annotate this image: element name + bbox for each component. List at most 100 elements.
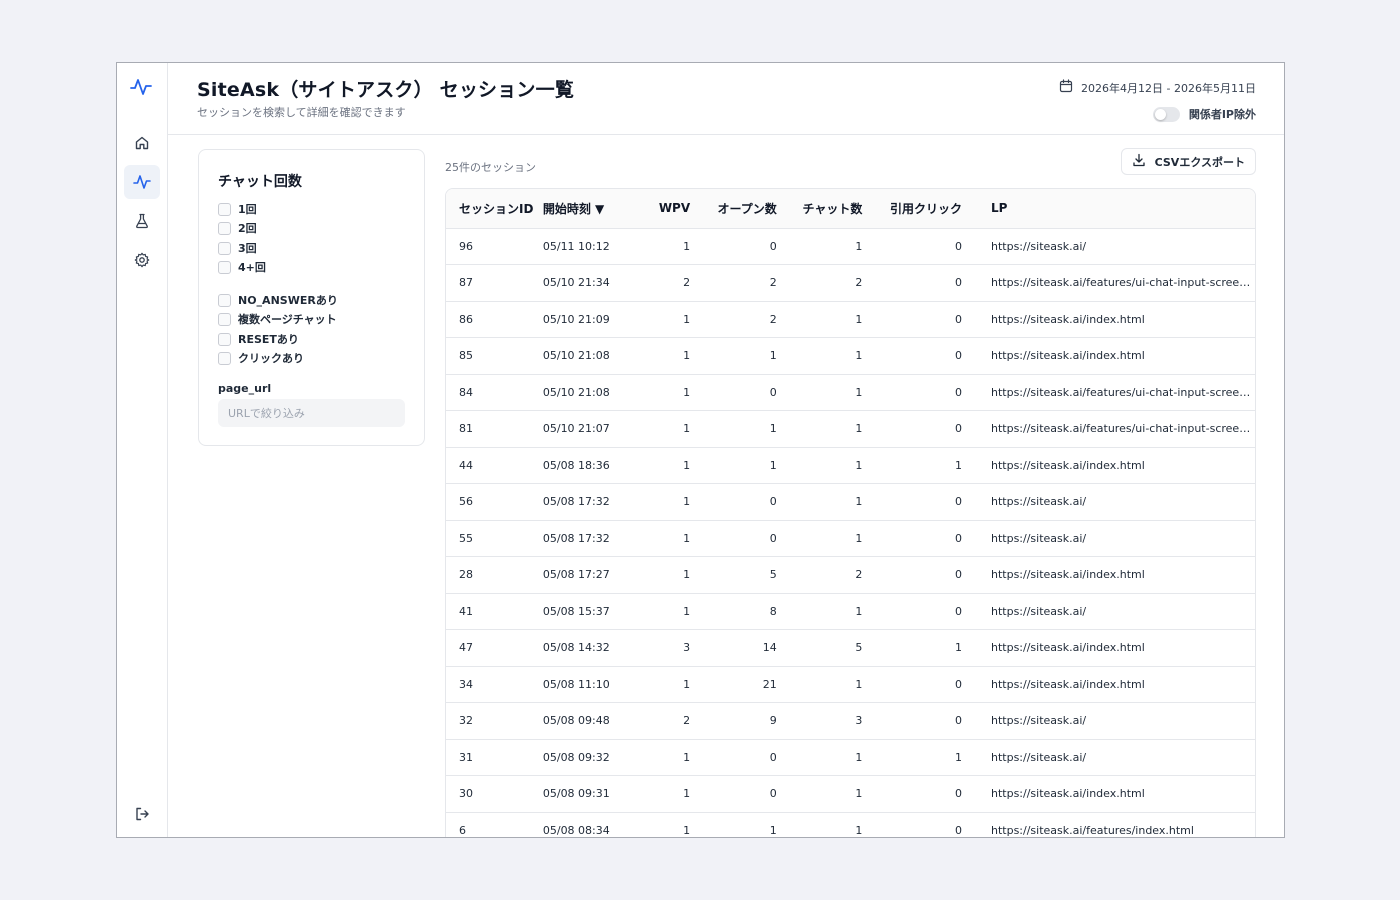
- cell-landing-page[interactable]: https://siteask.ai/features/ui-chat-inpu…: [962, 410, 1255, 448]
- checkbox[interactable]: [218, 202, 231, 216]
- cell-landing-page[interactable]: https://siteask.ai/index.html: [962, 775, 1255, 813]
- checkbox[interactable]: [218, 241, 231, 255]
- cell-landing-page[interactable]: https://siteask.ai/index.html: [962, 666, 1255, 703]
- checkbox[interactable]: [218, 293, 231, 307]
- cell-open-count: 1: [690, 410, 777, 448]
- column-header-cite[interactable]: 引用クリック: [862, 189, 962, 229]
- table-row[interactable]: 85 05/10 21:08 1 1 1 0 https://siteask.ai/inde…: [446, 337, 1255, 375]
- table-row[interactable]: 81 05/10 21:07 1 1 1 0 https://siteask.ai/feat…: [446, 410, 1255, 448]
- cell-landing-page[interactable]: https://siteask.ai/: [962, 593, 1255, 630]
- cell-wpv: 1: [646, 447, 691, 484]
- table-row[interactable]: 86 05/10 21:09 1 2 1 0 https://siteask.ai/inde…: [446, 301, 1255, 338]
- sessions-table-container: セッションID 開始時刻 ▼ WPV オープン数 チャット数 引用クリック LP…: [445, 188, 1256, 837]
- cell-landing-page[interactable]: https://siteask.ai/index.html: [962, 447, 1255, 484]
- filter-no-answer[interactable]: NO_ANSWERあり: [218, 292, 338, 308]
- cell-start-time: 05/08 09:31: [542, 775, 647, 813]
- csv-export-button[interactable]: CSVエクスポート: [1120, 148, 1256, 175]
- checkbox[interactable]: [218, 351, 231, 365]
- cell-landing-page[interactable]: https://siteask.ai/features/index.html: [962, 812, 1255, 837]
- filter-chat-4plus[interactable]: 4+回: [218, 259, 266, 275]
- checkbox[interactable]: [218, 332, 231, 346]
- cell-citation-clicks: 0: [862, 228, 962, 265]
- cell-chat-count: 1: [776, 520, 863, 557]
- column-header-chat[interactable]: チャット数: [776, 189, 863, 229]
- cell-session-id: 44: [446, 447, 543, 484]
- table-row[interactable]: 47 05/08 14:32 3 14 5 1 https://siteask.ai/ind…: [446, 629, 1255, 667]
- cell-landing-page[interactable]: https://siteask.ai/: [962, 228, 1255, 265]
- checkbox[interactable]: [218, 221, 231, 235]
- cell-landing-page[interactable]: https://siteask.ai/: [962, 739, 1255, 776]
- cell-wpv: 1: [646, 374, 691, 411]
- cell-start-time: 05/10 21:07: [542, 410, 647, 448]
- table-row[interactable]: 31 05/08 09:32 1 0 1 1 https://siteask.ai/: [446, 739, 1255, 776]
- column-header-wpv[interactable]: WPV: [646, 189, 691, 229]
- cell-citation-clicks: 1: [862, 739, 962, 776]
- nav-home[interactable]: [124, 126, 160, 160]
- sessions-table: セッションID 開始時刻 ▼ WPV オープン数 チャット数 引用クリック LP…: [446, 189, 1255, 837]
- column-header-lp[interactable]: LP: [962, 189, 1255, 229]
- exclude-ip-toggle[interactable]: [1152, 106, 1180, 122]
- table-row[interactable]: 44 05/08 18:36 1 1 1 1 https://siteask.ai/inde…: [446, 447, 1255, 484]
- checkbox[interactable]: [218, 312, 231, 326]
- logout-button[interactable]: [124, 797, 160, 831]
- cell-landing-page[interactable]: https://siteask.ai/: [962, 520, 1255, 557]
- cell-landing-page[interactable]: https://siteask.ai/: [962, 483, 1255, 521]
- filter-chat-1[interactable]: 1回: [218, 201, 257, 217]
- cell-chat-count: 5: [776, 629, 863, 667]
- table-row[interactable]: 30 05/08 09:31 1 0 1 0 https://siteask.ai/inde…: [446, 775, 1255, 813]
- cell-wpv: 1: [646, 337, 691, 375]
- cell-landing-page[interactable]: https://siteask.ai/index.html: [962, 556, 1255, 594]
- cell-landing-page[interactable]: https://siteask.ai/: [962, 702, 1255, 740]
- cell-chat-count: 1: [776, 410, 863, 448]
- cell-chat-count: 2: [776, 556, 863, 594]
- table-row[interactable]: 84 05/10 21:08 1 0 1 0 https://siteask.ai/feat…: [446, 374, 1255, 411]
- date-range-picker[interactable]: 2026年4月12日 - 2026年5月11日: [1059, 79, 1256, 96]
- cell-start-time: 05/08 18:36: [542, 447, 647, 484]
- filter-chat-3[interactable]: 3回: [218, 240, 257, 256]
- cell-landing-page[interactable]: https://siteask.ai/features/ui-chat-inpu…: [962, 374, 1255, 411]
- cell-citation-clicks: 0: [862, 337, 962, 375]
- cell-landing-page[interactable]: https://siteask.ai/features/ui-chat-inpu…: [962, 264, 1255, 302]
- cell-wpv: 3: [646, 629, 691, 667]
- table-row[interactable]: 96 05/11 10:12 1 0 1 0 https://siteask.ai/: [446, 228, 1255, 265]
- cell-chat-count: 1: [776, 739, 863, 776]
- table-row[interactable]: 32 05/08 09:48 2 9 3 0 https://siteask.ai/: [446, 702, 1255, 740]
- column-header-id[interactable]: セッションID: [446, 189, 543, 229]
- filter-multi-page-chat[interactable]: 複数ページチャット: [218, 311, 337, 327]
- column-header-open[interactable]: オープン数: [690, 189, 777, 229]
- flask-icon: [134, 213, 150, 229]
- nav-settings[interactable]: [124, 243, 160, 277]
- cell-landing-page[interactable]: https://siteask.ai/index.html: [962, 301, 1255, 338]
- cell-open-count: 2: [690, 301, 777, 338]
- cell-session-id: 81: [446, 410, 543, 448]
- activity-icon: [133, 174, 151, 190]
- cell-citation-clicks: 1: [862, 629, 962, 667]
- gear-icon: [134, 252, 150, 268]
- table-row[interactable]: 56 05/08 17:32 1 0 1 0 https://siteask.ai/: [446, 483, 1255, 521]
- cell-landing-page[interactable]: https://siteask.ai/index.html: [962, 629, 1255, 667]
- csv-export-label: CSVエクスポート: [1154, 155, 1245, 169]
- table-row[interactable]: 55 05/08 17:32 1 0 1 0 https://siteask.ai/: [446, 520, 1255, 557]
- nav-sessions[interactable]: [124, 165, 160, 199]
- cell-open-count: 21: [690, 666, 777, 703]
- page-url-input[interactable]: [218, 399, 405, 427]
- cell-citation-clicks: 0: [862, 374, 962, 411]
- filter-click[interactable]: クリックあり: [218, 350, 304, 366]
- table-row[interactable]: 28 05/08 17:27 1 5 2 0 https://siteask.ai/inde…: [446, 556, 1255, 594]
- cell-landing-page[interactable]: https://siteask.ai/index.html: [962, 337, 1255, 375]
- cell-chat-count: 3: [776, 702, 863, 740]
- table-row[interactable]: 34 05/08 11:10 1 21 1 0 https://siteask.ai/ind…: [446, 666, 1255, 703]
- table-row[interactable]: 6 05/08 08:34 1 1 1 0 https://siteask.ai/featu…: [446, 812, 1255, 837]
- checkbox[interactable]: [218, 260, 231, 274]
- column-header-time[interactable]: 開始時刻 ▼: [542, 189, 647, 229]
- filter-reset[interactable]: RESETあり: [218, 331, 299, 347]
- cell-start-time: 05/08 15:37: [542, 593, 647, 630]
- table-row[interactable]: 41 05/08 15:37 1 8 1 0 https://siteask.ai/: [446, 593, 1255, 630]
- checkbox-label: 4+回: [238, 261, 266, 274]
- nav-experiments[interactable]: [124, 204, 160, 238]
- filter-chat-2[interactable]: 2回: [218, 220, 257, 236]
- cell-open-count: 1: [690, 812, 777, 837]
- cell-session-id: 47: [446, 629, 543, 667]
- table-row[interactable]: 87 05/10 21:34 2 2 2 0 https://siteask.ai/feat…: [446, 264, 1255, 302]
- cell-session-id: 30: [446, 775, 543, 813]
